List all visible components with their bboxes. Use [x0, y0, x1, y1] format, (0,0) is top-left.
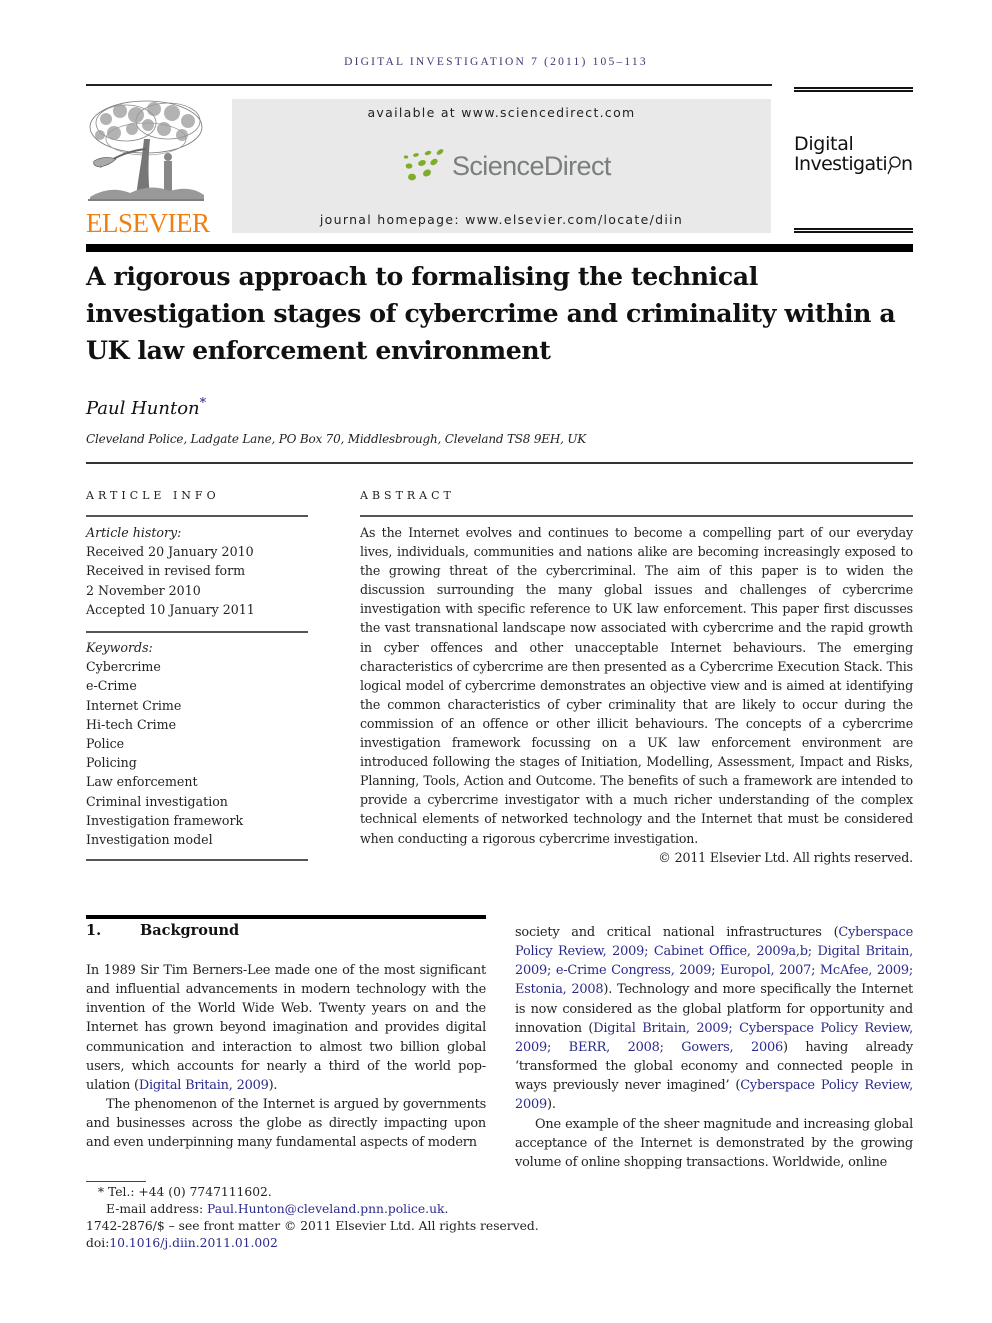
- header-rule: [86, 84, 772, 86]
- magnifier-icon: [887, 156, 901, 175]
- section-title: Background: [140, 922, 240, 939]
- keyword: Policing: [86, 755, 137, 771]
- paragraph-text: society and critical national infrastruc…: [515, 925, 839, 940]
- citation-link[interactable]: Digital Britain, 2009: [139, 1078, 269, 1093]
- abstract-text: As the Internet evolves and continues to…: [360, 525, 913, 846]
- article-info-heading: ARTICLE INFO: [86, 489, 220, 502]
- journal-homepage-link[interactable]: journal homepage: www.elsevier.com/locat…: [232, 212, 771, 227]
- paragraph-text: The phenomenon of the Internet is argued…: [86, 1097, 486, 1151]
- available-at-link[interactable]: available at www.sciencedirect.com: [232, 105, 771, 120]
- history-item: 2 November 2010: [86, 582, 201, 598]
- sciencedirect-wordmark: ScienceDirect: [452, 151, 611, 181]
- paragraph-text: In 1989 Sir Tim Berners-Lee made one of …: [86, 963, 486, 1093]
- footnote-tel: * Tel.: +44 (0) 7747111602.: [86, 1184, 586, 1201]
- doi-line: doi:10.1016/j.diin.2011.01.002: [86, 1235, 586, 1252]
- title-rule: [86, 462, 913, 464]
- section-rule: [86, 915, 486, 919]
- keyword: Investigation model: [86, 832, 213, 848]
- keyword: Police: [86, 736, 125, 752]
- issn-line: 1742-2876/$ – see front matter © 2011 El…: [86, 1219, 539, 1233]
- article-info-rule: [86, 515, 308, 517]
- email-label: E-mail address:: [106, 1202, 208, 1216]
- keyword: Criminal investigation: [86, 793, 228, 809]
- paragraph-continued: society and critical national infrastruc…: [515, 923, 913, 1115]
- history-label: Article history:: [86, 525, 182, 540]
- keyword: Law enforcement: [86, 774, 198, 790]
- journal-logo-rule-bottom: [794, 228, 913, 233]
- journal-logo-line2-text: Investigati: [794, 153, 888, 175]
- article-info-bottom-rule: [86, 859, 308, 861]
- article-history: Article history: Received 20 January 201…: [86, 523, 308, 619]
- journal-logo-line2: Investigati n: [794, 154, 919, 176]
- body-column-left: In 1989 Sir Tim Berners-Lee made one of …: [86, 961, 486, 1153]
- footnote-rule: [86, 1181, 146, 1182]
- footnote-star: *: [97, 1185, 104, 1199]
- elsevier-logo[interactable]: ELSEVIER: [86, 99, 210, 238]
- keyword: Cybercrime: [86, 659, 161, 675]
- doi-link[interactable]: 10.1016/j.diin.2011.01.002: [109, 1236, 278, 1250]
- paragraph-text: ).: [547, 1097, 556, 1113]
- journal-logo-rule-top: [794, 87, 913, 92]
- paragraph: The phenomenon of the Internet is argued…: [86, 1095, 486, 1152]
- sciencedirect-logo[interactable]: ScienceDirect: [400, 149, 611, 187]
- paragraph: One example of the sheer magnitude and i…: [515, 1116, 913, 1170]
- journal-logo-line1: Digital: [794, 133, 854, 155]
- email-link[interactable]: Paul.Hunton@cleveland.pnn.police.uk: [207, 1202, 444, 1216]
- footnotes: * Tel.: +44 (0) 7747111602. E-mail addres…: [86, 1184, 586, 1252]
- sciencedirect-dots-icon: [403, 149, 444, 181]
- keywords-list: Keywords: Cybercrime e-Crime Internet Cr…: [86, 638, 308, 849]
- journal-logo[interactable]: Digital Investigati n: [794, 134, 919, 184]
- footnote-email: E-mail address: Paul.Hunton@cleveland.pn…: [86, 1201, 586, 1218]
- history-item: Received in revised form: [86, 563, 246, 579]
- author-line: Paul Hunton*: [86, 396, 206, 419]
- affiliation: Cleveland Police, Ladgate Lane, PO Box 7…: [86, 432, 587, 446]
- email-end: .: [444, 1202, 449, 1216]
- abstract-body: As the Internet evolves and continues to…: [360, 523, 913, 867]
- keywords-label: Keywords:: [86, 640, 153, 655]
- doi-label: doi:: [86, 1236, 110, 1250]
- keyword: Investigation framework: [86, 812, 244, 828]
- abstract-copyright: © 2011 Elsevier Ltd. All rights reserved…: [658, 849, 913, 865]
- history-item: Accepted 10 January 2011: [86, 601, 255, 617]
- section-heading: 1. Background: [86, 922, 239, 939]
- section-number: 1.: [86, 922, 102, 939]
- elsevier-wordmark: ELSEVIER: [86, 208, 210, 238]
- author-footnote-mark[interactable]: *: [200, 396, 207, 411]
- paragraph-text: ).: [268, 1077, 278, 1093]
- author-name: Paul Hunton: [86, 398, 200, 419]
- footnote-tel-text: Tel.: +44 (0) 7747111602.: [108, 1185, 272, 1199]
- sciencedirect-banner: available at www.sciencedirect.com Scien…: [232, 99, 771, 233]
- keyword: Hi-tech Crime: [86, 716, 177, 732]
- journal-logo-line2-end: n: [901, 153, 913, 175]
- paragraph: In 1989 Sir Tim Berners-Lee made one of …: [86, 961, 486, 1095]
- keyword: Internet Crime: [86, 697, 182, 713]
- abstract-heading: ABSTRACT: [360, 489, 455, 502]
- masthead-bar: [86, 244, 913, 252]
- article-title: A rigorous approach to formalising the t…: [86, 261, 896, 365]
- history-item: Received 20 January 2010: [86, 544, 254, 560]
- abstract-rule: [360, 515, 913, 517]
- keywords-rule: [86, 631, 308, 633]
- body-column-right: society and critical national infrastruc…: [515, 923, 913, 1172]
- keyword: e-Crime: [86, 678, 137, 694]
- running-head: Digital Investigation 7 (2011) 105–113: [344, 56, 648, 68]
- elsevier-tree-icon: [86, 99, 208, 207]
